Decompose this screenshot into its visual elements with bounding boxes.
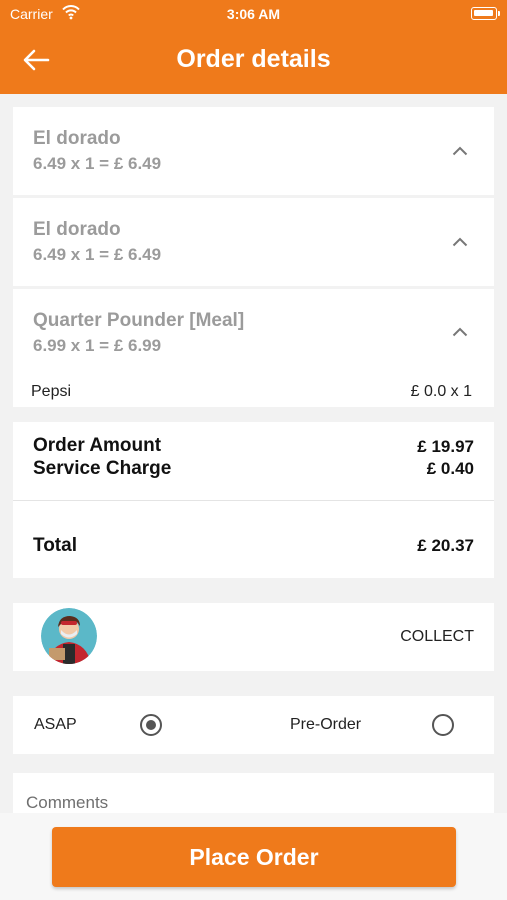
chevron-up-icon[interactable] xyxy=(452,146,468,156)
service-charge-label: Service Charge xyxy=(33,458,172,479)
chevron-up-icon[interactable] xyxy=(452,327,468,337)
item-calc: 6.99 x 1 = £ 6.99 xyxy=(33,336,162,355)
bottom-bar: Place Order xyxy=(0,813,507,900)
order-item[interactable]: El dorado 6.49 x 1 = £ 6.49 xyxy=(13,107,494,195)
delivery-person-avatar xyxy=(41,608,97,664)
item-name: El dorado xyxy=(33,219,121,240)
status-time: 3:06 AM xyxy=(226,6,281,22)
collect-label: COLLECT xyxy=(400,628,474,645)
extra-item-name: Pepsi xyxy=(31,383,72,400)
delivery-mode-card: COLLECT xyxy=(13,603,494,671)
asap-label: ASAP xyxy=(34,716,77,733)
page-title: Order details xyxy=(176,45,331,73)
chevron-up-icon[interactable] xyxy=(452,237,468,247)
order-amount-value: £ 19.97 xyxy=(417,437,474,456)
item-name: El dorado xyxy=(33,128,121,149)
timing-options: ASAP Pre-Order xyxy=(13,696,494,754)
comments-placeholder: Comments xyxy=(26,793,109,812)
asap-radio[interactable] xyxy=(140,714,162,736)
order-item[interactable]: Quarter Pounder [Meal] 6.99 x 1 = £ 6.99… xyxy=(13,289,494,407)
preorder-radio[interactable] xyxy=(432,714,454,736)
order-amount-label: Order Amount xyxy=(33,435,162,456)
extra-item-price: £ 0.0 x 1 xyxy=(410,383,472,400)
item-name: Quarter Pounder [Meal] xyxy=(33,310,245,331)
battery-icon xyxy=(471,7,500,20)
divider xyxy=(13,500,494,501)
service-charge-value: £ 0.40 xyxy=(426,459,474,478)
radio-selected-dot xyxy=(146,720,156,730)
total-label: Total xyxy=(33,535,77,556)
order-summary: Order Amount £ 19.97 Service Charge £ 0.… xyxy=(13,422,494,578)
header-bar: Carrier 3:06 AM Order details xyxy=(0,0,507,94)
preorder-label: Pre-Order xyxy=(290,716,362,733)
order-item[interactable]: El dorado 6.49 x 1 = £ 6.49 xyxy=(13,198,494,286)
status-bar: Carrier 3:06 AM xyxy=(0,0,507,28)
item-calc: 6.49 x 1 = £ 6.49 xyxy=(33,245,162,264)
item-calc: 6.49 x 1 = £ 6.49 xyxy=(33,154,162,173)
place-order-button[interactable]: Place Order xyxy=(52,827,456,887)
total-value: £ 20.37 xyxy=(417,536,474,555)
